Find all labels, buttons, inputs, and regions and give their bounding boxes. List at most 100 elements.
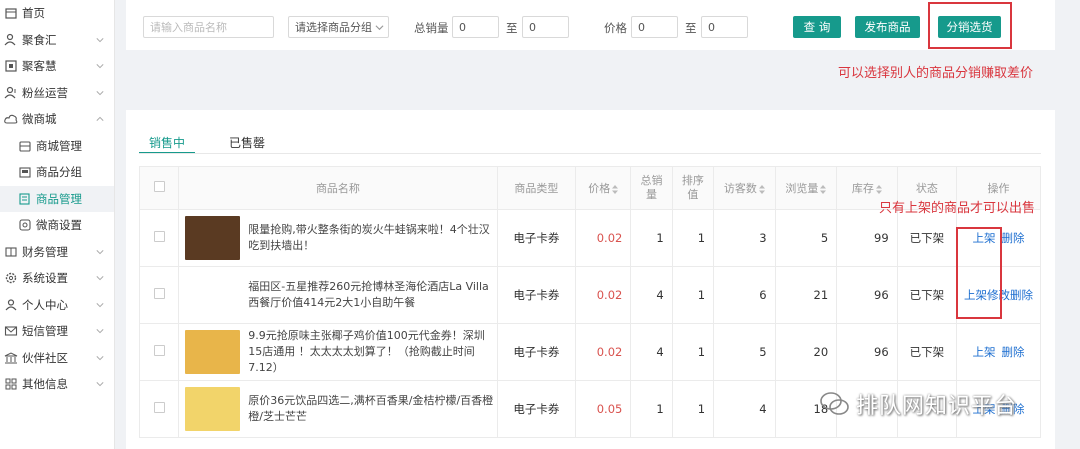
product-visitors: 6 <box>713 266 776 324</box>
select-all-checkbox[interactable] <box>153 181 165 192</box>
sidebar-nav: 首页聚食汇聚客慧粉丝运营 微商城 商城管理 商品分组商品管理微商设置 财务管理 系统设置个… <box>0 0 114 398</box>
annotation-box-distribute <box>928 2 1012 49</box>
chevron-down-icon <box>96 90 104 95</box>
product-visitors: 4 <box>713 380 776 438</box>
row-checkbox[interactable] <box>153 402 165 413</box>
sidebar-item-label: 首页 <box>22 6 45 21</box>
product-sales: 1 <box>630 209 673 267</box>
sidebar-item-1[interactable]: 聚食汇 <box>0 27 114 54</box>
sidebar-item-label: 商品管理 <box>36 191 82 206</box>
sidebar-item-2[interactable]: 聚客慧 <box>0 53 114 80</box>
product-sales: 4 <box>630 323 673 381</box>
sidebar-item-8[interactable]: 微商设置 <box>0 212 114 239</box>
product-sort: 1 <box>671 323 715 381</box>
apps-icon <box>4 377 18 391</box>
delete-link[interactable]: 删除 <box>1010 288 1033 302</box>
annotation-box-list <box>956 227 1002 319</box>
price-to-value: 0 <box>708 20 715 34</box>
product-name[interactable]: 福田区-五星推荐260元抢博林圣海伦酒店La Villa西餐厅价值414元2大1… <box>248 279 496 311</box>
gear-icon <box>4 271 18 285</box>
product-price: 0.02 <box>575 266 632 324</box>
product-thumbnail <box>185 216 241 260</box>
bank-icon <box>4 351 18 365</box>
table-row: 限量抢购,带火整条街的炭火牛蛙锅来啦！4个壮汉吃到扶墙出！ 电子卡券 0.02 1 1 3… <box>138 209 1041 267</box>
publish-product-button-label: 发布商品 <box>864 20 911 34</box>
query-button-label: 查 询 <box>803 20 831 34</box>
chevron-down-icon <box>96 249 104 254</box>
header-visitors[interactable]: 访客数 <box>713 166 776 210</box>
sales-to-input[interactable]: 0 <box>522 16 569 38</box>
product-type: 电子卡券 <box>496 266 577 324</box>
sidebar-item-10[interactable]: 系统设置 <box>0 265 114 292</box>
sales-from-input[interactable]: 0 <box>452 16 499 38</box>
product-name[interactable]: 原价36元饮品四选二,满杯百香果/金桔柠檬/百香橙橙/芝士芒芒 <box>248 393 496 425</box>
sales-to-value: 0 <box>529 20 536 34</box>
sidebar-item-0[interactable]: 首页 <box>0 0 114 27</box>
row-checkbox[interactable] <box>153 231 165 242</box>
sidebar-item-14[interactable]: 其他信息 <box>0 371 114 398</box>
row-checkbox[interactable] <box>153 345 165 356</box>
product-sort: 1 <box>671 266 715 324</box>
table-row: 9.9元抢原味主张椰子鸡价值100元代金券！深圳15店通用 ！太太太太划算了！（… <box>138 323 1041 381</box>
product-status: 已下架 <box>896 323 958 381</box>
sort-icon <box>820 184 827 194</box>
sidebar-item-label: 伙伴社区 <box>22 350 68 365</box>
mail-icon <box>4 324 18 338</box>
price-to-input[interactable]: 0 <box>701 16 748 38</box>
product-price: 0.02 <box>575 209 632 267</box>
product-sales: 4 <box>630 266 673 324</box>
query-button[interactable]: 查 询 <box>793 16 841 38</box>
header-sort-value[interactable]: 排序值 <box>671 166 715 210</box>
sidebar-item-label: 短信管理 <box>22 324 68 339</box>
sidebar-item-7[interactable]: 商品管理 <box>0 185 114 212</box>
product-name-placeholder: 请输入商品名称 <box>150 21 227 34</box>
header-views[interactable]: 浏览量 <box>774 166 838 210</box>
row-select[interactable] <box>138 209 180 267</box>
sidebar-item-13[interactable]: 伙伴社区 <box>0 345 114 372</box>
header-price-label: 价格 <box>588 182 611 195</box>
sidebar-item-6[interactable]: 商品分组 <box>0 159 114 186</box>
product-stock: 96 <box>836 266 898 324</box>
product-name[interactable]: 9.9元抢原味主张椰子鸡价值100元代金券！深圳15店通用 ！太太太太划算了！（… <box>248 328 496 376</box>
list-on-shelf-link[interactable]: 上架 <box>973 345 996 359</box>
product-status: 已下架 <box>896 266 958 324</box>
price-from-input[interactable]: 0 <box>631 16 678 38</box>
delete-link[interactable]: 删除 <box>1002 231 1025 245</box>
product-price: 0.02 <box>575 323 632 381</box>
header-sort-value-label: 排序值 <box>681 174 704 201</box>
chevron-down-icon <box>96 329 104 334</box>
sidebar-item-11[interactable]: 个人中心 <box>0 292 114 319</box>
sidebar-item-3[interactable]: 粉丝运营 <box>0 80 114 107</box>
row-select[interactable] <box>138 323 180 381</box>
chevron-down-icon <box>96 276 104 281</box>
folder-icon <box>18 165 32 179</box>
annotation-text-distribute: 可以选择别人的商品分销赚取差价 <box>838 66 1034 81</box>
grid-icon <box>4 59 18 73</box>
row-select[interactable] <box>138 266 180 324</box>
sidebar-item-label: 聚客慧 <box>22 59 57 74</box>
product-name-input[interactable]: 请输入商品名称 <box>143 16 274 38</box>
row-checkbox[interactable] <box>153 288 165 299</box>
sort-icon <box>612 184 619 194</box>
fans-icon <box>4 86 18 100</box>
sidebar-item-5[interactable]: 商城管理 <box>0 133 114 160</box>
header-price[interactable]: 价格 <box>575 166 632 210</box>
tab-sold-out[interactable]: 已售罄 <box>219 128 275 153</box>
sidebar-item-12[interactable]: 短信管理 <box>0 318 114 345</box>
product-name[interactable]: 限量抢购,带火整条街的炭火牛蛙锅来啦！4个壮汉吃到扶墙出！ <box>248 222 496 254</box>
chevron-down-icon <box>96 382 104 387</box>
row-select[interactable] <box>138 380 180 438</box>
product-visitors: 3 <box>713 209 776 267</box>
header-total-sales[interactable]: 总销量 <box>630 166 673 210</box>
settings-icon <box>18 218 32 232</box>
sidebar-item-4[interactable]: 微商城 <box>0 106 114 133</box>
product-icon <box>18 192 32 206</box>
product-group-select[interactable]: 请选择商品分组 <box>288 16 389 38</box>
sidebar-item-9[interactable]: 财务管理 <box>0 239 114 266</box>
users-icon <box>4 33 18 47</box>
header-select-all[interactable] <box>138 166 180 210</box>
product-thumbnail <box>185 273 240 317</box>
delete-link[interactable]: 删除 <box>1002 345 1025 359</box>
publish-product-button[interactable]: 发布商品 <box>855 16 920 38</box>
tab-on-sale[interactable]: 销售中 <box>139 128 196 154</box>
